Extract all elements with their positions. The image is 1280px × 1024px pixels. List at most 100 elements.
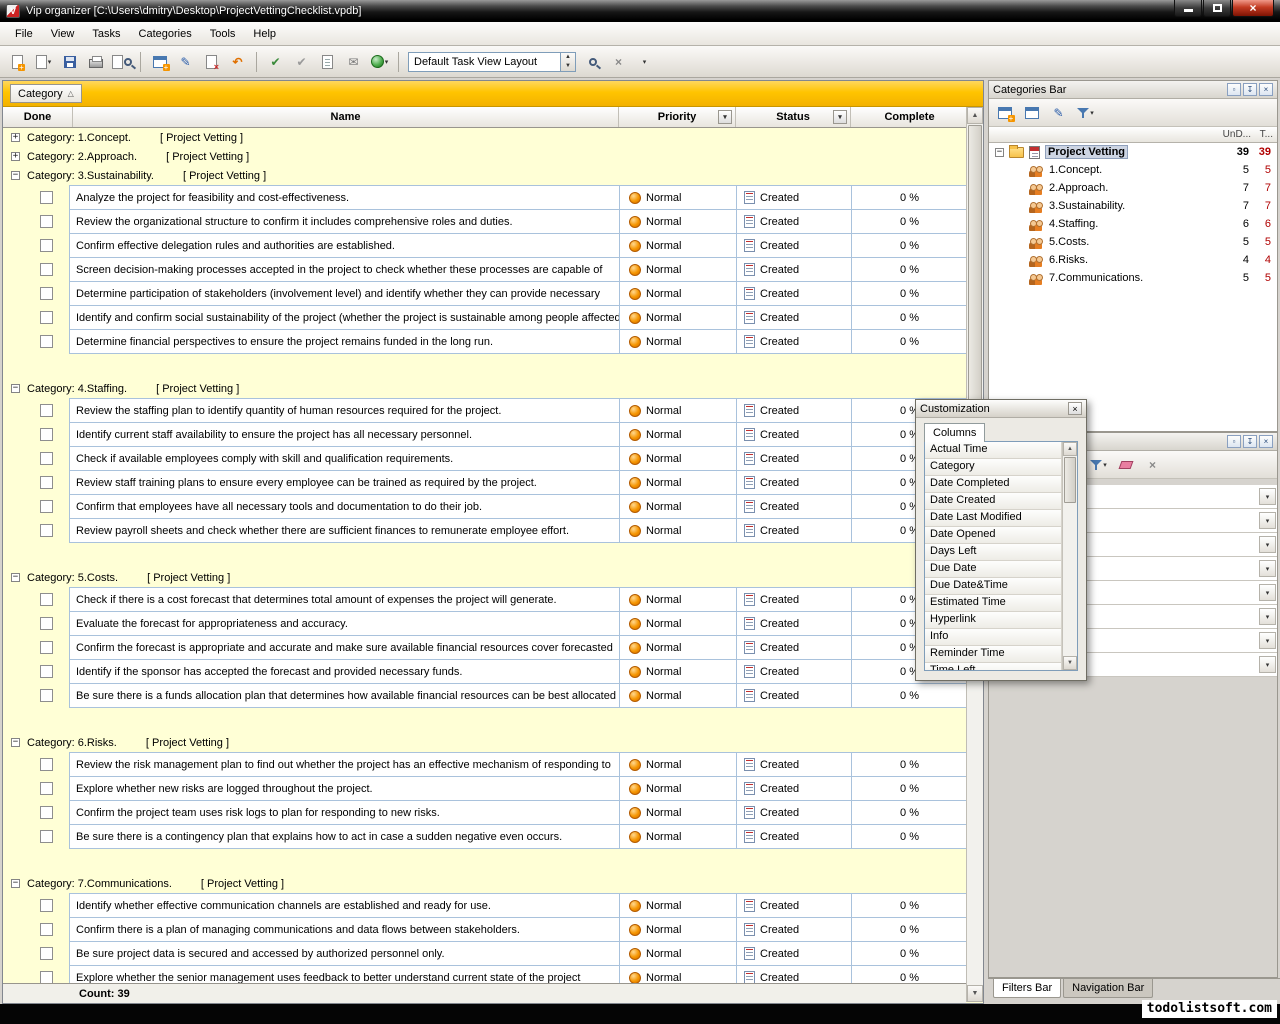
- dropdown-arrow-icon[interactable]: ▾: [1259, 608, 1276, 625]
- done-checkbox[interactable]: [40, 311, 53, 324]
- collapse-icon[interactable]: −: [995, 148, 1004, 157]
- panel-restore-button[interactable]: ▫: [1227, 83, 1241, 96]
- group-row[interactable]: −Category: 5.Costs.[ Project Vetting ]: [3, 568, 968, 587]
- done-checkbox[interactable]: [40, 617, 53, 630]
- group-row[interactable]: +Category: 1.Concept.[ Project Vetting ]: [3, 128, 968, 147]
- scroll-down-icon[interactable]: ▼: [967, 985, 983, 1002]
- minimize-button[interactable]: [1174, 0, 1202, 17]
- column-header-complete[interactable]: Complete: [851, 107, 968, 127]
- customization-close-button[interactable]: ×: [1068, 402, 1082, 415]
- column-field-item[interactable]: Category: [925, 459, 1062, 476]
- hyperlink-button[interactable]: ▾: [368, 51, 391, 73]
- group-by-category-chip[interactable]: Category △: [10, 84, 82, 103]
- tab-navigation-bar[interactable]: Navigation Bar: [1063, 979, 1153, 998]
- menu-help[interactable]: Help: [244, 24, 285, 44]
- done-checkbox[interactable]: [40, 830, 53, 843]
- category-tree-item[interactable]: 3.Sustainability.77: [989, 197, 1277, 215]
- done-checkbox[interactable]: [40, 806, 53, 819]
- column-field-item[interactable]: Estimated Time: [925, 595, 1062, 612]
- column-field-item[interactable]: Actual Time: [925, 442, 1062, 459]
- column-field-item[interactable]: Date Opened: [925, 527, 1062, 544]
- dropdown-arrow-icon[interactable]: ▾: [1259, 536, 1276, 553]
- done-checkbox[interactable]: [40, 476, 53, 489]
- done-checkbox[interactable]: [40, 782, 53, 795]
- task-row[interactable]: Confirm there is a plan of managing comm…: [3, 917, 968, 942]
- task-row[interactable]: Review the organizational structure to c…: [3, 209, 968, 234]
- task-row[interactable]: Confirm the forecast is appropriate and …: [3, 635, 968, 660]
- task-row[interactable]: Analyze the project for feasibility and …: [3, 185, 968, 210]
- task-row[interactable]: Identify current staff availability to e…: [3, 422, 968, 447]
- category-tree-root[interactable]: −Project Vetting3939: [989, 143, 1277, 161]
- task-row[interactable]: Determine participation of stakeholders …: [3, 281, 968, 306]
- column-field-item[interactable]: Date Last Modified: [925, 510, 1062, 527]
- done-checkbox[interactable]: [40, 239, 53, 252]
- collapse-icon[interactable]: −: [11, 738, 20, 747]
- done-checkbox[interactable]: [40, 215, 53, 228]
- done-checkbox[interactable]: [40, 689, 53, 702]
- column-field-item[interactable]: Date Created: [925, 493, 1062, 510]
- panel-restore-button[interactable]: ▫: [1227, 435, 1241, 448]
- add-task-button[interactable]: +: [148, 51, 171, 73]
- task-row[interactable]: Evaluate the forecast for appropriatenes…: [3, 611, 968, 636]
- done-checkbox[interactable]: [40, 191, 53, 204]
- done-checkbox[interactable]: [40, 428, 53, 441]
- done-checkbox[interactable]: [40, 665, 53, 678]
- complete-task-button[interactable]: ↶: [226, 51, 249, 73]
- column-field-item[interactable]: Due Date: [925, 561, 1062, 578]
- done-checkbox[interactable]: [40, 758, 53, 771]
- task-row[interactable]: Review staff training plans to ensure ev…: [3, 470, 968, 495]
- task-row[interactable]: Be sure there is a funds allocation plan…: [3, 683, 968, 708]
- maximize-button[interactable]: [1203, 0, 1231, 17]
- task-row[interactable]: Identify if the sponsor has accepted the…: [3, 659, 968, 684]
- tab-filters-bar[interactable]: Filters Bar: [993, 979, 1061, 998]
- done-checkbox[interactable]: [40, 500, 53, 513]
- done-checkbox[interactable]: [40, 524, 53, 537]
- columns-list-scrollbar[interactable]: ▲ ▼: [1062, 442, 1077, 670]
- dropdown-arrow-icon[interactable]: ▾: [1259, 632, 1276, 649]
- done-checkbox[interactable]: [40, 404, 53, 417]
- column-header-priority[interactable]: Priority ▾: [619, 107, 736, 127]
- filter-categories-button[interactable]: ▾: [1074, 102, 1097, 124]
- dropdown-arrow-icon[interactable]: ▾: [1259, 560, 1276, 577]
- layout-spinner[interactable]: ▲▼: [560, 53, 575, 71]
- menu-tools[interactable]: Tools: [201, 24, 245, 44]
- task-row[interactable]: Confirm effective delegation rules and a…: [3, 233, 968, 258]
- scroll-down-icon[interactable]: ▼: [1063, 656, 1077, 670]
- print-button[interactable]: [84, 51, 107, 73]
- column-header-done[interactable]: Done: [3, 107, 73, 127]
- task-row[interactable]: Be sure there is a contingency plan that…: [3, 824, 968, 849]
- collapse-icon[interactable]: −: [11, 573, 20, 582]
- menu-view[interactable]: View: [42, 24, 84, 44]
- column-field-item[interactable]: Info: [925, 629, 1062, 646]
- collapse-icon[interactable]: −: [11, 879, 20, 888]
- apply-filter-button[interactable]: ▾: [1087, 454, 1110, 476]
- column-header-status[interactable]: Status ▾: [736, 107, 851, 127]
- group-row[interactable]: −Category: 7.Communications.[ Project Ve…: [3, 874, 968, 893]
- task-row[interactable]: Confirm the project team uses risk logs …: [3, 800, 968, 825]
- dropdown-arrow-icon[interactable]: ▾: [1259, 512, 1276, 529]
- print-preview-button[interactable]: [110, 51, 133, 73]
- done-checkbox[interactable]: [40, 899, 53, 912]
- group-row[interactable]: +Category: 2.Approach.[ Project Vetting …: [3, 147, 968, 166]
- clear-view-button[interactable]: ×: [607, 51, 630, 73]
- new-subcategory-button[interactable]: [1020, 102, 1043, 124]
- column-field-item[interactable]: Reminder Time: [925, 646, 1062, 663]
- scroll-up-icon[interactable]: ▲: [967, 107, 983, 124]
- task-row[interactable]: Identify whether effective communication…: [3, 893, 968, 918]
- collapse-icon[interactable]: −: [11, 171, 20, 180]
- done-checkbox[interactable]: [40, 263, 53, 276]
- delete-task-button[interactable]: ×: [200, 51, 223, 73]
- done-checkbox[interactable]: [40, 452, 53, 465]
- expand-icon[interactable]: +: [11, 133, 20, 142]
- panel-pin-button[interactable]: ↧: [1243, 83, 1257, 96]
- task-row[interactable]: Explore whether new risks are logged thr…: [3, 776, 968, 801]
- task-row[interactable]: Check if available employees comply with…: [3, 446, 968, 471]
- mark-done-button[interactable]: ✔: [264, 51, 287, 73]
- task-row[interactable]: Review the risk management plan to find …: [3, 752, 968, 777]
- task-row[interactable]: Identify and confirm social sustainabili…: [3, 305, 968, 330]
- menu-tasks[interactable]: Tasks: [83, 24, 129, 44]
- save-button[interactable]: [58, 51, 81, 73]
- new-item-button[interactable]: +: [6, 51, 29, 73]
- new-item-dropdown-button[interactable]: ▾: [32, 51, 55, 73]
- done-checkbox[interactable]: [40, 947, 53, 960]
